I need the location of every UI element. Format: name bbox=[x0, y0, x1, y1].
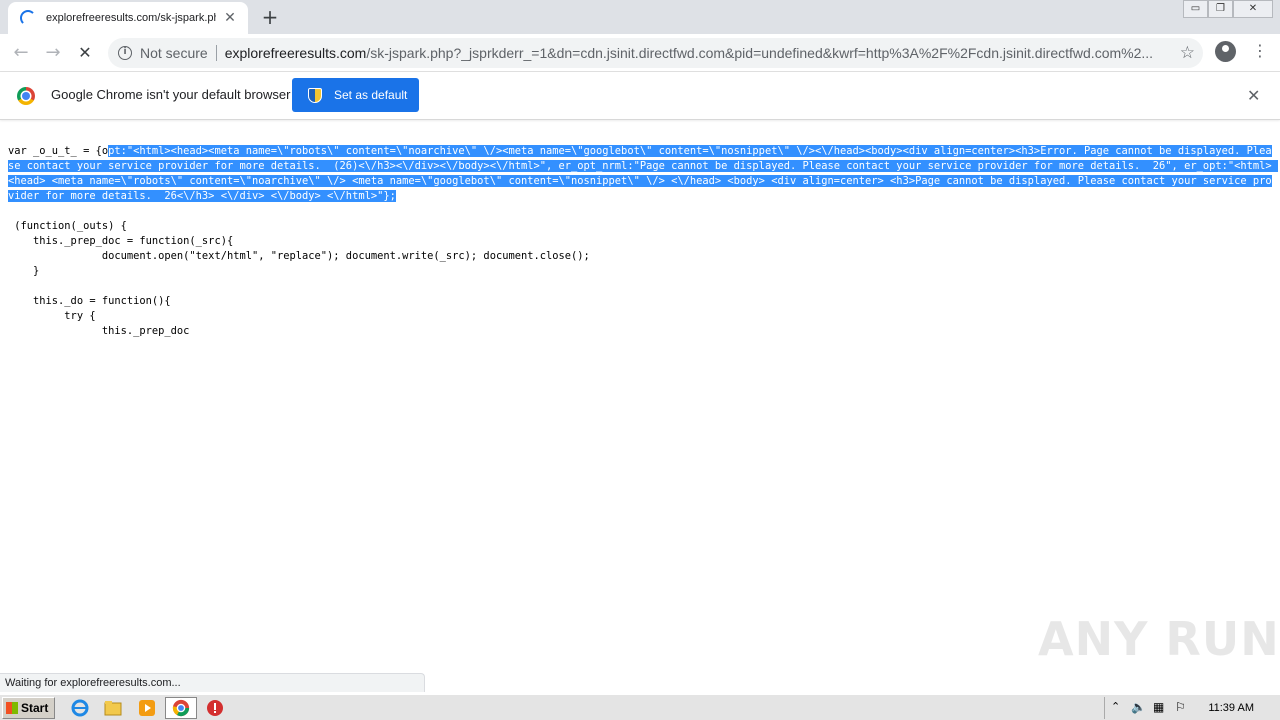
network-icon[interactable]: ▦ bbox=[1153, 700, 1164, 714]
info-icon[interactable]: i bbox=[118, 46, 132, 60]
set-as-default-label: Set as default bbox=[334, 88, 408, 102]
file-explorer-icon[interactable] bbox=[103, 698, 123, 718]
back-button[interactable]: ← bbox=[10, 42, 32, 64]
browser-toolbar: ← → ✕ i Not secure explorefreeresults.co… bbox=[0, 34, 1280, 72]
restore-button[interactable]: ❐ bbox=[1208, 0, 1233, 18]
loading-spinner-icon bbox=[20, 10, 36, 26]
default-browser-infobar: Google Chrome isn't your default browser… bbox=[0, 72, 1280, 120]
taskbar-clock[interactable]: 11:39 AM bbox=[1208, 702, 1254, 714]
set-as-default-button[interactable]: Set as default bbox=[292, 78, 419, 112]
taskbar: Start ⌃ 🔈 ▦ ⚐ 11:39 AM bbox=[0, 694, 1280, 720]
volume-icon[interactable]: 🔈 bbox=[1131, 700, 1146, 714]
infobar-close-icon[interactable]: ✕ bbox=[1247, 86, 1260, 105]
selected-text: pt:"<html><head><meta name=\"robots\" co… bbox=[8, 145, 1278, 202]
code-prefix: var _o_u_t_ = {o bbox=[8, 145, 109, 157]
forward-button[interactable]: → bbox=[42, 42, 64, 64]
chrome-logo-icon bbox=[17, 87, 35, 105]
url-path: /sk-jspark.php?_jsprkderr_=1&dn=cdn.jsin… bbox=[366, 45, 1154, 61]
start-button[interactable]: Start bbox=[2, 697, 55, 719]
action-center-flag-icon[interactable]: ⚐ bbox=[1175, 700, 1186, 714]
url-text[interactable]: explorefreeresults.com/sk-jspark.php?_js… bbox=[225, 45, 1193, 61]
minimize-button[interactable]: ▭ bbox=[1183, 0, 1208, 18]
media-player-icon[interactable] bbox=[137, 698, 157, 718]
infobar-message: Google Chrome isn't your default browser bbox=[51, 87, 291, 102]
shield-icon bbox=[308, 87, 322, 103]
status-bubble: Waiting for explorefreeresults.com... bbox=[0, 673, 425, 692]
browser-tab[interactable]: explorefreeresults.com/sk-jspark.ph ✕ bbox=[8, 2, 248, 34]
chrome-icon bbox=[172, 699, 190, 717]
stop-sign-icon[interactable] bbox=[205, 698, 225, 718]
profile-avatar-icon[interactable] bbox=[1215, 41, 1236, 62]
code-block: (function(_outs) { this._prep_doc = func… bbox=[14, 220, 590, 337]
address-bar[interactable]: i Not secure explorefreeresults.com/sk-j… bbox=[108, 38, 1203, 68]
not-secure-label[interactable]: Not secure bbox=[140, 45, 208, 61]
anyrun-watermark: ANY RUN bbox=[1038, 612, 1280, 666]
window-close-button[interactable]: ✕ bbox=[1233, 0, 1273, 18]
chrome-menu-icon[interactable]: ⋮ bbox=[1252, 40, 1268, 62]
tab-title: explorefreeresults.com/sk-jspark.ph bbox=[46, 12, 216, 24]
stop-button[interactable]: ✕ bbox=[74, 42, 96, 64]
system-tray: ⌃ 🔈 ▦ ⚐ 11:39 AM bbox=[1104, 697, 1280, 719]
new-tab-button[interactable]: + bbox=[260, 7, 280, 27]
url-host: explorefreeresults.com bbox=[224, 45, 367, 61]
tray-expand-icon[interactable]: ⌃ bbox=[1111, 700, 1120, 713]
internet-explorer-icon[interactable] bbox=[70, 698, 90, 718]
tab-close-icon[interactable]: ✕ bbox=[222, 10, 238, 26]
tab-strip: explorefreeresults.com/sk-jspark.ph ✕ + … bbox=[0, 0, 1280, 34]
bookmark-star-icon[interactable]: ☆ bbox=[1180, 43, 1195, 63]
chrome-taskbar-button[interactable] bbox=[165, 697, 197, 719]
page-source-text: var _o_u_t_ = {opt:"<html><head><meta na… bbox=[8, 144, 1278, 204]
divider bbox=[215, 45, 217, 61]
